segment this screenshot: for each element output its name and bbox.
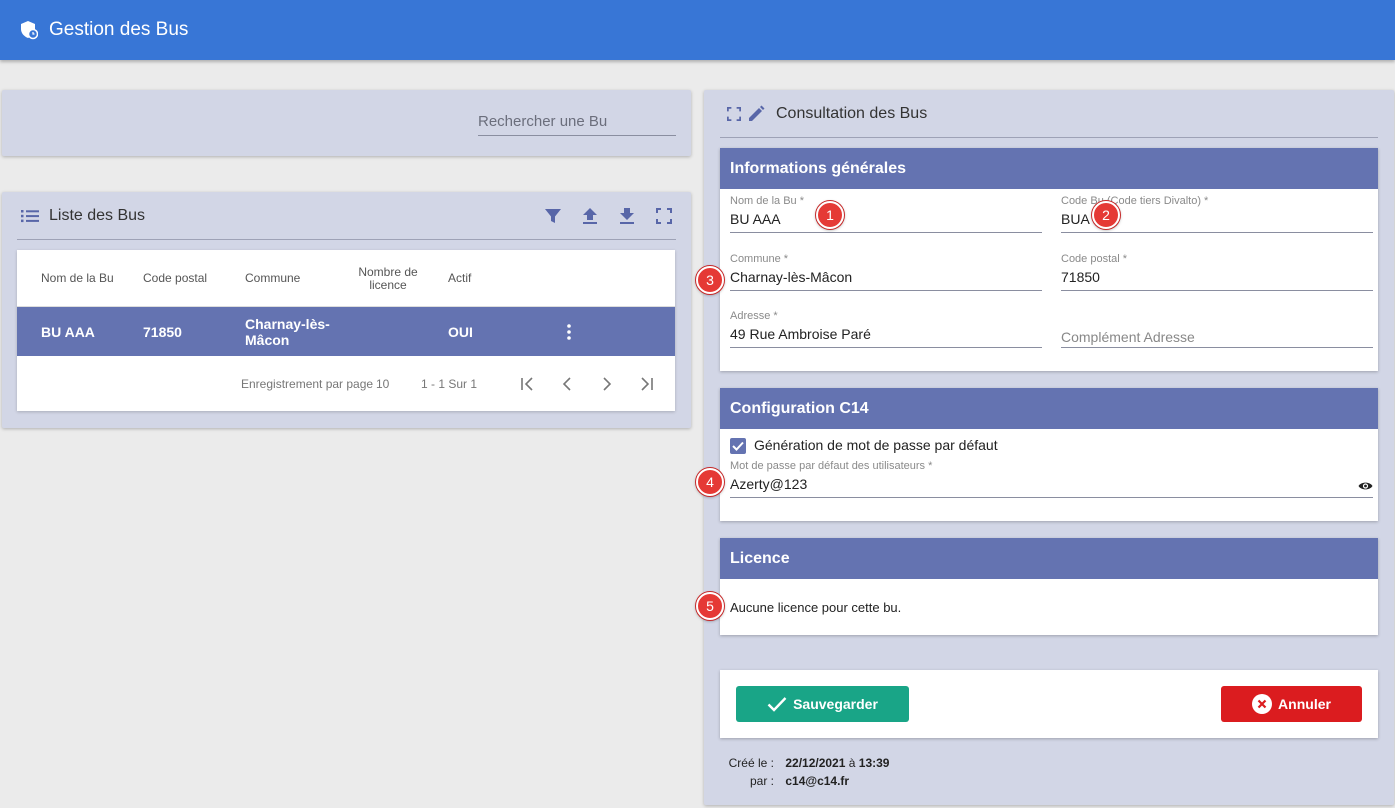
password-label: Mot de passe par défaut des utilisateurs… (730, 460, 933, 472)
default-password-checkbox[interactable] (730, 438, 746, 454)
prev-page-icon[interactable] (556, 373, 578, 395)
code-postal-label: Code postal * (1061, 253, 1128, 265)
complement-adresse-field[interactable]: Complément Adresse (1061, 310, 1373, 348)
list-title: Liste des Bus (49, 206, 146, 224)
created-label: Créé le : (728, 756, 774, 770)
detail-header: Consultation des Bus (720, 90, 1378, 138)
commune-label: Commune * (730, 253, 789, 265)
save-button[interactable]: Sauvegarder (736, 686, 909, 722)
adresse-label: Adresse * (730, 310, 778, 322)
table-footer: Enregistrement par page 10 1 - 1 Sur 1 (17, 356, 675, 411)
filter-icon[interactable] (543, 206, 563, 226)
column-header-nom[interactable]: Nom de la Bu (41, 250, 114, 307)
commune-field[interactable]: Commune * Charnay-lès-Mâcon (730, 253, 1042, 291)
nom-field[interactable]: Nom de la Bu * BU AAA (730, 195, 1042, 233)
column-header-actif[interactable]: Actif (448, 250, 471, 307)
cell-code-postal: 71850 (143, 323, 182, 340)
code-postal-field[interactable]: Code postal * 71850 (1061, 253, 1373, 291)
app-title: Gestion des Bus (49, 19, 189, 40)
general-info-title: Informations générales (720, 148, 1378, 189)
last-page-icon[interactable] (636, 373, 658, 395)
adresse-value[interactable]: 49 Rue Ambroise Paré (730, 326, 1042, 342)
bus-list-panel: Liste des Bus Nom de la Bu Code postal C… (2, 192, 691, 428)
config-section: Configuration C14 Génération de mot de p… (720, 388, 1378, 521)
created-time: 13:39 (858, 756, 890, 770)
list-header: Liste des Bus (17, 192, 676, 240)
annotation-badge-3: 3 (696, 266, 724, 294)
created-meta: Créé le : 22/12/2021 à 13:39 (720, 756, 890, 770)
cell-actif: OUI (448, 323, 473, 340)
password-value[interactable]: Azerty@123 (730, 476, 1373, 492)
annotation-badge-2: 2 (1092, 201, 1120, 229)
adresse-field[interactable]: Adresse * 49 Rue Ambroise Paré (730, 310, 1042, 348)
table-row[interactable]: BU AAA 71850 Charnay-lès-Mâcon OUI (17, 307, 675, 356)
close-circle-icon (1252, 694, 1273, 714)
bus-detail-panel: Consultation des Bus Informations généra… (704, 90, 1394, 805)
column-header-code-postal[interactable]: Code postal (143, 250, 207, 307)
cell-nom: BU AAA (41, 323, 95, 340)
fullscreen-icon[interactable] (654, 206, 674, 226)
complement-adresse-placeholder: Complément Adresse (1061, 329, 1195, 345)
config-title: Configuration C14 (720, 388, 1378, 429)
app-header: Gestion des Bus (0, 0, 1395, 60)
download-icon[interactable] (617, 206, 637, 226)
column-header-commune[interactable]: Commune (245, 250, 300, 307)
next-page-icon[interactable] (596, 373, 618, 395)
code-bu-label: Code Bu (Code tiers Divalto) * (1061, 195, 1209, 207)
per-page-label: Enregistrement par page (241, 377, 374, 391)
shield-clock-icon (20, 20, 38, 40)
created-by-value: c14@c14.fr (785, 774, 850, 788)
check-icon (767, 697, 787, 712)
search-input[interactable] (478, 108, 676, 136)
created-by-label: par : (749, 774, 774, 788)
actions-bar: Sauvegarder Annuler (720, 670, 1378, 738)
edit-pencil-icon[interactable] (746, 104, 766, 124)
eye-icon[interactable] (1358, 478, 1373, 496)
created-by-meta: par : c14@c14.fr (720, 774, 849, 788)
annotation-badge-1: 1 (816, 201, 844, 229)
column-header-nombre-licence[interactable]: Nombre de licence (353, 250, 423, 307)
row-menu-icon[interactable] (563, 307, 575, 356)
nom-label: Nom de la Bu * (730, 195, 804, 207)
page-range: 1 - 1 Sur 1 (421, 377, 478, 391)
bus-table: Nom de la Bu Code postal Commune Nombre … (17, 250, 675, 411)
annotation-badge-5: 5 (696, 592, 724, 620)
created-date: 22/12/2021 (785, 756, 846, 770)
commune-value[interactable]: Charnay-lès-Mâcon (730, 269, 1042, 285)
list-icon (21, 209, 39, 223)
licence-section: Licence Aucune licence pour cette bu. (720, 538, 1378, 635)
password-field[interactable]: Mot de passe par défaut des utilisateurs… (730, 460, 1373, 498)
per-page-select[interactable]: 10 (376, 377, 389, 391)
first-page-icon[interactable] (516, 373, 538, 395)
search-panel (2, 90, 691, 156)
licence-title: Licence (720, 538, 1378, 579)
default-password-checkbox-label: Génération de mot de passe par défaut (754, 437, 998, 453)
general-info-section: Informations générales Nom de la Bu * BU… (720, 148, 1378, 371)
created-separator: à (848, 756, 856, 770)
licence-empty-text: Aucune licence pour cette bu. (730, 600, 902, 615)
table-header: Nom de la Bu Code postal Commune Nombre … (17, 250, 675, 307)
detail-title: Consultation des Bus (776, 104, 928, 122)
nom-value[interactable]: BU AAA (730, 211, 1042, 227)
cancel-button-label: Annuler (1278, 696, 1331, 712)
cancel-button[interactable]: Annuler (1221, 686, 1362, 722)
upload-icon[interactable] (580, 206, 600, 226)
cell-commune: Charnay-lès-Mâcon (245, 315, 330, 348)
save-button-label: Sauvegarder (793, 696, 878, 712)
expand-icon[interactable] (724, 104, 744, 124)
code-postal-value[interactable]: 71850 (1061, 269, 1373, 285)
annotation-badge-4: 4 (696, 468, 724, 496)
